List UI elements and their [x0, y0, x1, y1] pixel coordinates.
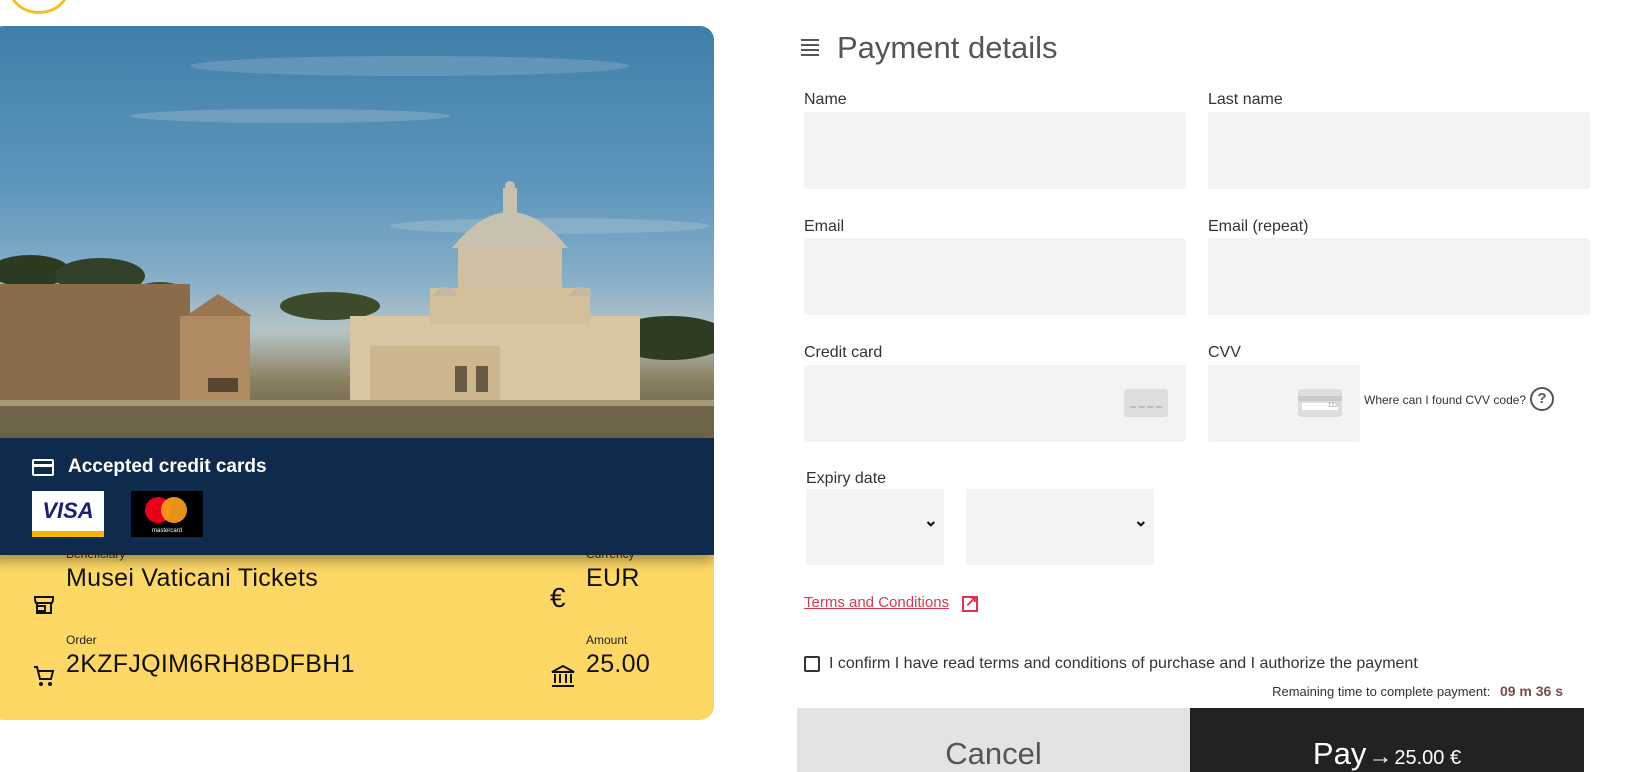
cvv-hint: 123: [1302, 403, 1338, 410]
euro-icon: €: [550, 582, 566, 613]
last-name-field[interactable]: [1208, 112, 1590, 189]
help-icon[interactable]: ?: [1530, 387, 1554, 411]
amount-info: Amount 25.00: [586, 633, 650, 679]
chevron-down-icon: ⌄: [923, 511, 938, 530]
payment-details-header: Payment details: [801, 30, 1058, 66]
currency-info: Currency EUR: [586, 547, 640, 593]
pay-button[interactable]: Pay→ 25.00 €: [1190, 708, 1584, 772]
remaining-time: Remaining time to complete payment: 09 m…: [1272, 683, 1563, 699]
email-field[interactable]: [804, 238, 1186, 315]
email-label: Email: [804, 218, 845, 235]
cvv-card-icon: 123: [1298, 389, 1342, 417]
credit-card-icon: [32, 458, 54, 476]
currency-label: Currency: [586, 547, 635, 561]
beneficiary-label: Beneficiary: [66, 547, 126, 561]
cvv-label: CVV: [1208, 344, 1241, 361]
remaining-time-value: 09 m 36 s: [1499, 683, 1563, 699]
confirm-text: I confirm I have read terms and conditio…: [829, 655, 1418, 672]
confirm-terms-row[interactable]: I confirm I have read terms and conditio…: [804, 655, 1418, 673]
cvv-help-text[interactable]: Where can I found CVV code?: [1364, 393, 1526, 407]
order-value: 2KZFJQIM6RH8BDFBH1: [66, 650, 355, 678]
mastercard-wordmark: mastercard: [151, 528, 182, 534]
currency-value: EUR: [586, 564, 640, 592]
order-label: Order: [66, 633, 97, 647]
list-icon: [801, 39, 819, 57]
cancel-button[interactable]: Cancel: [797, 708, 1190, 772]
page-title: Payment details: [837, 30, 1058, 65]
amount-value: 25.00: [586, 650, 651, 678]
email-repeat-field[interactable]: [1208, 238, 1590, 315]
hero-image-st-peters-basilica: [0, 26, 714, 438]
expiry-year-select[interactable]: ⌄: [966, 489, 1154, 565]
credit-card-number-icon: [1124, 389, 1168, 417]
remaining-time-label: Remaining time to complete payment:: [1272, 684, 1491, 699]
confirm-checkbox[interactable]: [804, 656, 820, 672]
hero-illustration: [0, 56, 714, 438]
pay-amount: 25.00 €: [1394, 747, 1462, 769]
mastercard-logo: mastercard: [131, 491, 203, 537]
accepted-cards-title: Accepted credit cards: [68, 456, 267, 477]
expiry-month-select[interactable]: ⌄: [806, 489, 944, 565]
logo: [8, 0, 70, 14]
credit-card-label: Credit card: [804, 344, 883, 361]
chevron-down-icon: ⌄: [1133, 511, 1148, 530]
arrow-right-icon: →: [1368, 743, 1393, 770]
visa-logo: VISA: [32, 491, 104, 537]
beneficiary-info: Beneficiary Musei Vaticani Tickets: [66, 547, 318, 593]
pay-label: Pay: [1312, 736, 1367, 771]
order-info: Order 2KZFJQIM6RH8BDFBH1: [66, 633, 355, 679]
bank-icon: [551, 664, 575, 687]
accepted-cards-band: Accepted credit cards VISA mastercard: [0, 438, 714, 555]
order-summary-card: Accepted credit cards VISA mastercard Be…: [0, 26, 714, 720]
name-field[interactable]: [804, 112, 1186, 189]
cart-icon: [34, 666, 55, 686]
external-link-icon[interactable]: [962, 592, 978, 612]
email-repeat-label: Email (repeat): [1208, 218, 1309, 235]
mastercard-orange-circle: [161, 497, 187, 523]
beneficiary-value: Musei Vaticani Tickets: [66, 564, 319, 592]
amount-label: Amount: [586, 633, 628, 647]
last-name-label: Last name: [1208, 91, 1283, 108]
store-icon: [34, 596, 54, 614]
name-label: Name: [804, 91, 847, 108]
expiry-date-label: Expiry date: [806, 470, 887, 487]
terms-and-conditions-link[interactable]: Terms and Conditions: [804, 594, 949, 611]
accepted-cards-heading: Accepted credit cards: [32, 456, 267, 478]
